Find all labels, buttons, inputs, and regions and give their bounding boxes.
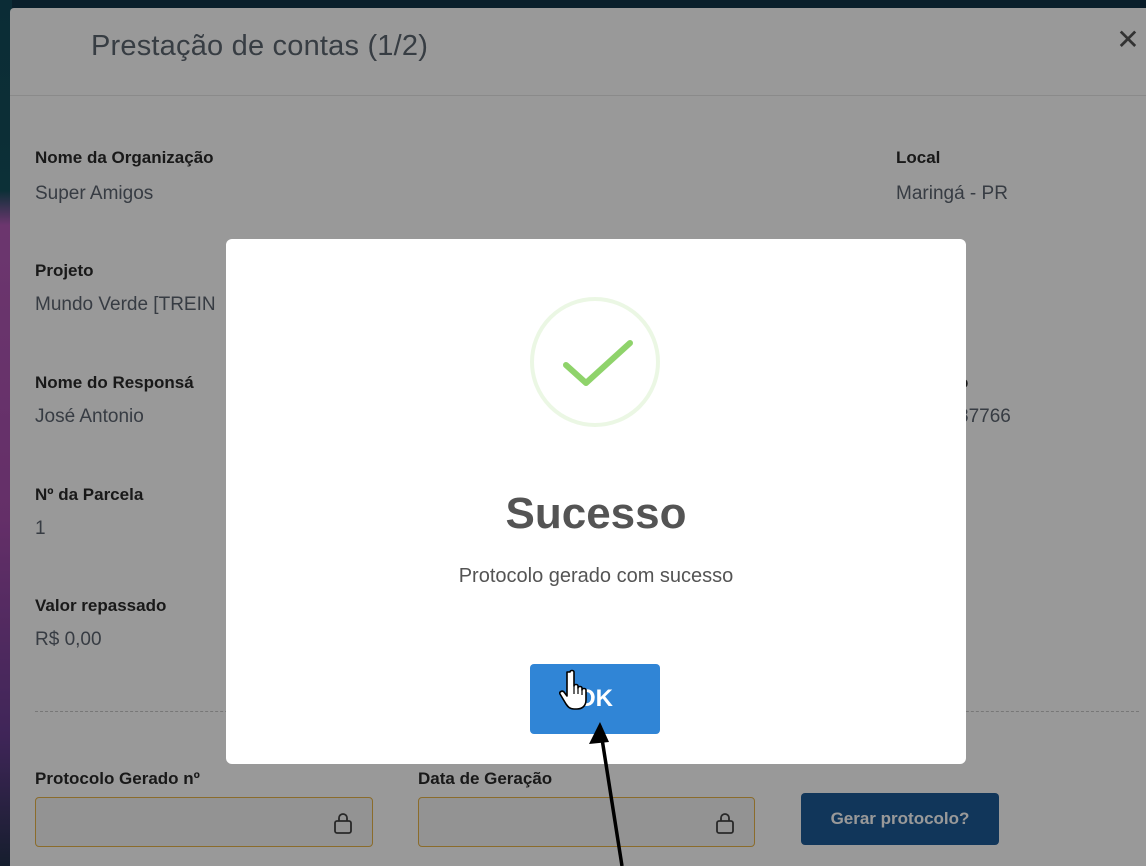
success-icon-ring — [530, 297, 660, 427]
modal-message: Protocolo gerado com sucesso — [458, 565, 734, 587]
hand-cursor-icon — [559, 669, 587, 710]
annotation-arrow-icon — [589, 722, 624, 866]
success-check-icon — [563, 340, 633, 386]
success-modal: Sucesso Protocolo gerado com sucesso OK — [226, 239, 966, 764]
modal-title: Sucesso — [505, 489, 687, 538]
